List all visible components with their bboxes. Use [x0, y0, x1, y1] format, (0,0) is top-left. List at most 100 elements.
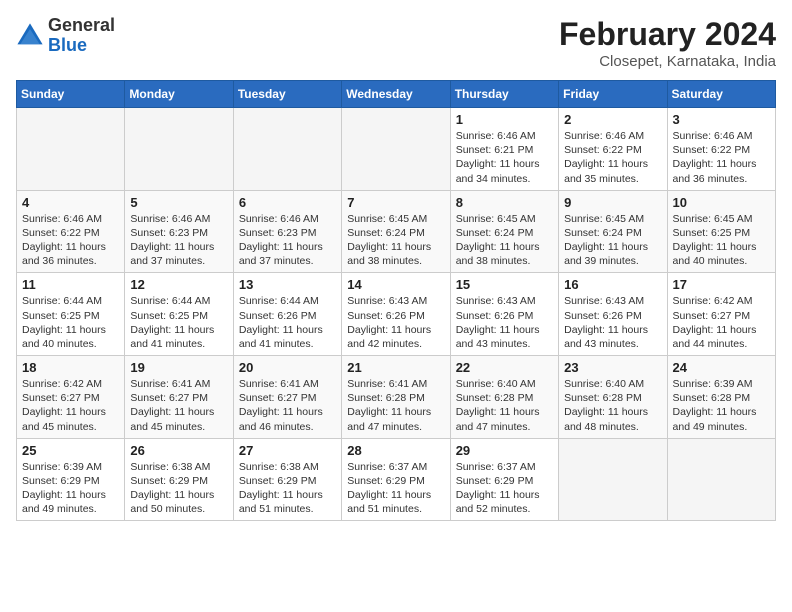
calendar-cell: 4Sunrise: 6:46 AM Sunset: 6:22 PM Daylig… [17, 190, 125, 273]
day-number: 27 [239, 443, 336, 458]
day-number: 22 [456, 360, 553, 375]
day-info: Sunrise: 6:39 AM Sunset: 6:29 PM Dayligh… [22, 460, 119, 517]
day-number: 11 [22, 277, 119, 292]
week-row-2: 11 Sunrise: 6:44 AM Sunset: 6:25 PM Dayli… [17, 273, 776, 356]
calendar-cell: 12 Sunrise: 6:44 AM Sunset: 6:25 PM Dayli… [125, 273, 233, 356]
day-info: Sunrise: 6:46 AM Sunset: 6:22 PM Dayligh… [22, 212, 119, 269]
day-info: Sunrise: 6:38 AM Sunset: 6:29 PM Dayligh… [130, 460, 227, 517]
day-info: Sunrise: 6:45 AM Sunset: 6:25 PM Dayligh… [673, 212, 770, 269]
day-number: 14 [347, 277, 444, 292]
week-row-0: 1 Sunrise: 6:46 AM Sunset: 6:21 PM Daylig… [17, 108, 776, 191]
day-info: Sunrise: 6:37 AM Sunset: 6:29 PM Dayligh… [456, 460, 553, 517]
calendar-cell: 16 Sunrise: 6:43 AM Sunset: 6:26 PM Dayli… [559, 273, 667, 356]
day-info: Sunrise: 6:40 AM Sunset: 6:28 PM Dayligh… [564, 377, 661, 434]
day-info: Sunrise: 6:46 AM Sunset: 6:23 PM Dayligh… [239, 212, 336, 269]
header-day-tuesday: Tuesday [233, 81, 341, 108]
logo-icon [16, 22, 44, 50]
day-number: 2 [564, 112, 661, 127]
calendar-cell [342, 108, 450, 191]
calendar-cell: 27Sunrise: 6:38 AM Sunset: 6:29 PM Dayli… [233, 438, 341, 521]
header-day-monday: Monday [125, 81, 233, 108]
day-info: Sunrise: 6:41 AM Sunset: 6:27 PM Dayligh… [130, 377, 227, 434]
day-number: 13 [239, 277, 336, 292]
week-row-3: 18 Sunrise: 6:42 AM Sunset: 6:27 PM Dayli… [17, 356, 776, 439]
day-number: 15 [456, 277, 553, 292]
calendar-subtitle: Closepet, Karnataka, India [559, 53, 776, 70]
calendar-cell: 22Sunrise: 6:40 AM Sunset: 6:28 PM Dayli… [450, 356, 558, 439]
day-info: Sunrise: 6:45 AM Sunset: 6:24 PM Dayligh… [456, 212, 553, 269]
day-number: 28 [347, 443, 444, 458]
calendar-cell [17, 108, 125, 191]
header-day-thursday: Thursday [450, 81, 558, 108]
day-info: Sunrise: 6:44 AM Sunset: 6:25 PM Dayligh… [130, 294, 227, 351]
week-row-1: 4Sunrise: 6:46 AM Sunset: 6:22 PM Daylig… [17, 190, 776, 273]
day-info: Sunrise: 6:46 AM Sunset: 6:21 PM Dayligh… [456, 129, 553, 186]
calendar-cell: 3Sunrise: 6:46 AM Sunset: 6:22 PM Daylig… [667, 108, 775, 191]
day-number: 8 [456, 195, 553, 210]
calendar-cell: 9 Sunrise: 6:45 AM Sunset: 6:24 PM Daylig… [559, 190, 667, 273]
calendar-cell: 10Sunrise: 6:45 AM Sunset: 6:25 PM Dayli… [667, 190, 775, 273]
calendar-cell: 28 Sunrise: 6:37 AM Sunset: 6:29 PM Dayli… [342, 438, 450, 521]
day-info: Sunrise: 6:45 AM Sunset: 6:24 PM Dayligh… [347, 212, 444, 269]
day-info: Sunrise: 6:43 AM Sunset: 6:26 PM Dayligh… [347, 294, 444, 351]
header-day-wednesday: Wednesday [342, 81, 450, 108]
logo-blue: Blue [48, 35, 87, 55]
calendar-cell: 8 Sunrise: 6:45 AM Sunset: 6:24 PM Daylig… [450, 190, 558, 273]
day-number: 12 [130, 277, 227, 292]
calendar-cell [233, 108, 341, 191]
day-number: 17 [673, 277, 770, 292]
calendar-cell: 21 Sunrise: 6:41 AM Sunset: 6:28 PM Dayli… [342, 356, 450, 439]
day-number: 20 [239, 360, 336, 375]
day-number: 18 [22, 360, 119, 375]
calendar-cell: 2Sunrise: 6:46 AM Sunset: 6:22 PM Daylig… [559, 108, 667, 191]
day-info: Sunrise: 6:46 AM Sunset: 6:23 PM Dayligh… [130, 212, 227, 269]
calendar-cell [559, 438, 667, 521]
header-day-sunday: Sunday [17, 81, 125, 108]
day-info: Sunrise: 6:43 AM Sunset: 6:26 PM Dayligh… [456, 294, 553, 351]
calendar-cell: 19 Sunrise: 6:41 AM Sunset: 6:27 PM Dayli… [125, 356, 233, 439]
calendar-table: SundayMondayTuesdayWednesdayThursdayFrid… [16, 80, 776, 521]
day-number: 3 [673, 112, 770, 127]
day-number: 26 [130, 443, 227, 458]
day-info: Sunrise: 6:44 AM Sunset: 6:26 PM Dayligh… [239, 294, 336, 351]
day-info: Sunrise: 6:42 AM Sunset: 6:27 PM Dayligh… [673, 294, 770, 351]
calendar-cell: 18 Sunrise: 6:42 AM Sunset: 6:27 PM Dayli… [17, 356, 125, 439]
day-number: 23 [564, 360, 661, 375]
day-number: 21 [347, 360, 444, 375]
calendar-header: SundayMondayTuesdayWednesdayThursdayFrid… [17, 81, 776, 108]
day-info: Sunrise: 6:42 AM Sunset: 6:27 PM Dayligh… [22, 377, 119, 434]
logo: General Blue [16, 16, 115, 56]
calendar-cell: 14 Sunrise: 6:43 AM Sunset: 6:26 PM Dayli… [342, 273, 450, 356]
day-number: 7 [347, 195, 444, 210]
day-number: 1 [456, 112, 553, 127]
calendar-cell: 20 Sunrise: 6:41 AM Sunset: 6:27 PM Dayli… [233, 356, 341, 439]
header-day-saturday: Saturday [667, 81, 775, 108]
week-row-4: 25Sunrise: 6:39 AM Sunset: 6:29 PM Dayli… [17, 438, 776, 521]
calendar-cell: 29 Sunrise: 6:37 AM Sunset: 6:29 PM Dayli… [450, 438, 558, 521]
calendar-cell: 23 Sunrise: 6:40 AM Sunset: 6:28 PM Dayli… [559, 356, 667, 439]
header: General Blue February 2024 Closepet, Kar… [16, 16, 776, 70]
day-number: 29 [456, 443, 553, 458]
day-info: Sunrise: 6:41 AM Sunset: 6:27 PM Dayligh… [239, 377, 336, 434]
day-info: Sunrise: 6:43 AM Sunset: 6:26 PM Dayligh… [564, 294, 661, 351]
day-number: 19 [130, 360, 227, 375]
day-info: Sunrise: 6:44 AM Sunset: 6:25 PM Dayligh… [22, 294, 119, 351]
day-number: 9 [564, 195, 661, 210]
day-number: 24 [673, 360, 770, 375]
calendar-cell: 25Sunrise: 6:39 AM Sunset: 6:29 PM Dayli… [17, 438, 125, 521]
calendar-cell: 11 Sunrise: 6:44 AM Sunset: 6:25 PM Dayli… [17, 273, 125, 356]
day-info: Sunrise: 6:45 AM Sunset: 6:24 PM Dayligh… [564, 212, 661, 269]
calendar-cell: 5 Sunrise: 6:46 AM Sunset: 6:23 PM Daylig… [125, 190, 233, 273]
calendar-cell: 17 Sunrise: 6:42 AM Sunset: 6:27 PM Dayli… [667, 273, 775, 356]
calendar-cell: 13 Sunrise: 6:44 AM Sunset: 6:26 PM Dayli… [233, 273, 341, 356]
day-info: Sunrise: 6:39 AM Sunset: 6:28 PM Dayligh… [673, 377, 770, 434]
day-info: Sunrise: 6:41 AM Sunset: 6:28 PM Dayligh… [347, 377, 444, 434]
day-info: Sunrise: 6:37 AM Sunset: 6:29 PM Dayligh… [347, 460, 444, 517]
calendar-cell: 7 Sunrise: 6:45 AM Sunset: 6:24 PM Daylig… [342, 190, 450, 273]
title-area: February 2024 Closepet, Karnataka, India [559, 16, 776, 70]
day-number: 16 [564, 277, 661, 292]
calendar-cell: 24 Sunrise: 6:39 AM Sunset: 6:28 PM Dayli… [667, 356, 775, 439]
day-number: 5 [130, 195, 227, 210]
calendar-cell: 15 Sunrise: 6:43 AM Sunset: 6:26 PM Dayli… [450, 273, 558, 356]
calendar-cell [125, 108, 233, 191]
